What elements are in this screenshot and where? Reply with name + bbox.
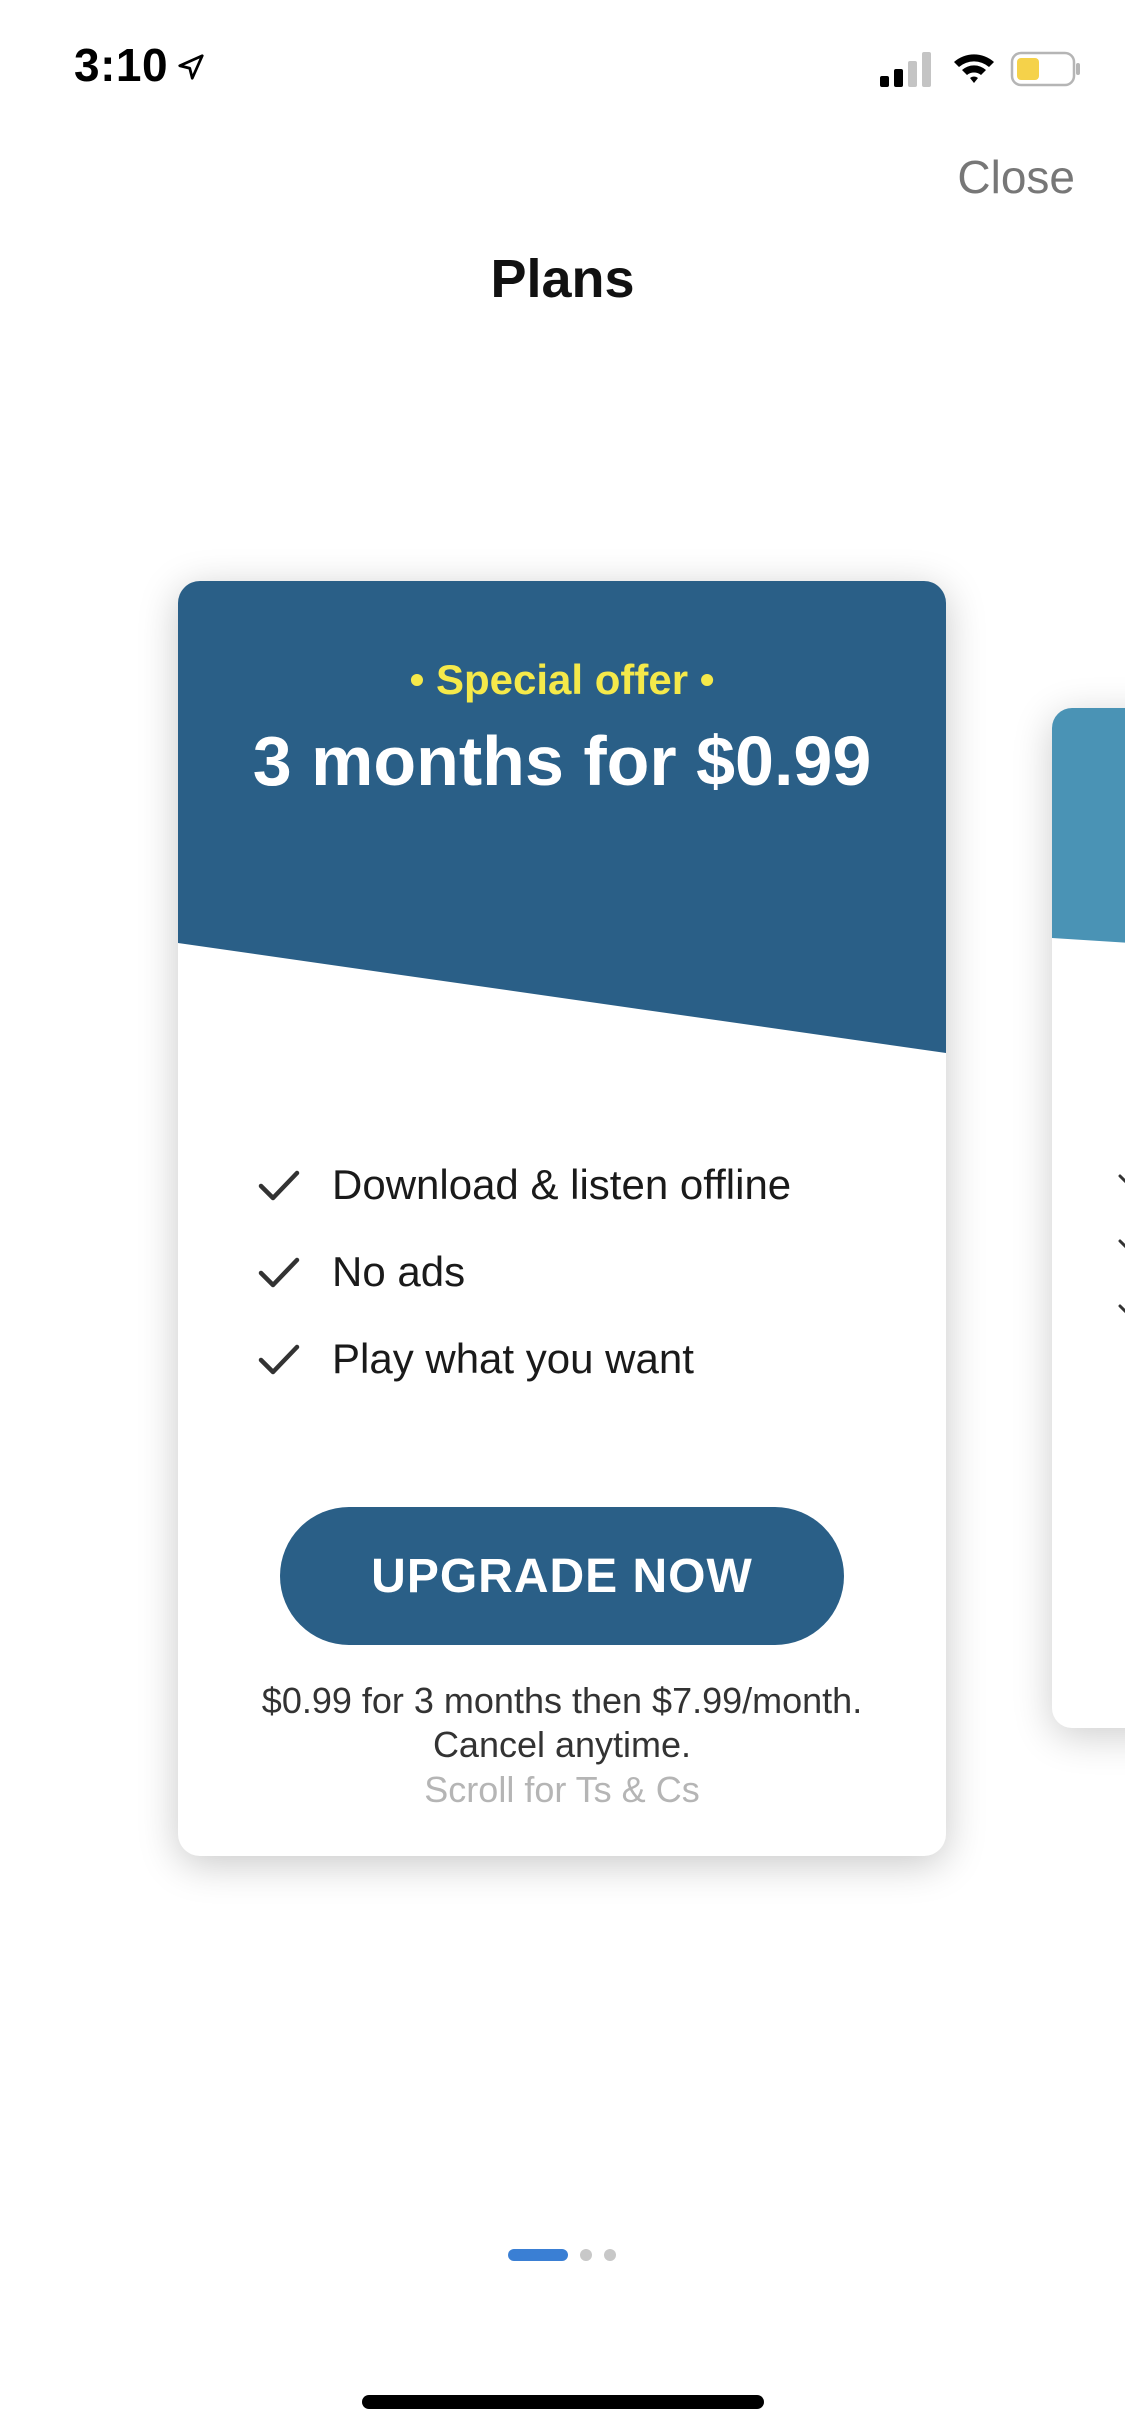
- home-indicator[interactable]: [362, 2395, 764, 2409]
- cellular-signal-icon: [880, 52, 931, 87]
- feature-list: Download & listen offline No ads Play wh…: [256, 1141, 896, 1402]
- next-card-header-background: [1052, 708, 1125, 943]
- page-indicator[interactable]: [508, 2249, 628, 2265]
- wifi-icon: [954, 54, 994, 83]
- plans-screen: 3:10 Close Plans • Special offer • 3 mon: [0, 0, 1125, 2436]
- close-button[interactable]: Close: [957, 150, 1075, 204]
- price-note: $0.99 for 3 months then $7.99/month. Can…: [198, 1679, 926, 1767]
- checkmark-icon: [1118, 1174, 1125, 1184]
- price-note-line1: $0.99 for 3 months then $7.99/month.: [261, 1680, 863, 1721]
- location-arrow-icon: [178, 54, 204, 80]
- special-offer-tag: • Special offer •: [409, 656, 715, 703]
- status-time: 3:10: [74, 39, 169, 91]
- checkmark-icon: [258, 1257, 300, 1287]
- feature-item: Download & listen offline: [256, 1141, 896, 1228]
- page-title: Plans: [490, 249, 635, 309]
- page-dot-active[interactable]: [508, 2249, 568, 2261]
- feature-label: Play what you want: [332, 1334, 694, 1382]
- checkmark-icon: [258, 1170, 300, 1200]
- page-dot[interactable]: [580, 2249, 592, 2261]
- terms-link[interactable]: Scroll for Ts & Cs: [178, 1769, 946, 1811]
- feature-label: No ads: [332, 1247, 466, 1295]
- plan-card-special-offer: • Special offer • 3 months for $0.99 Dow…: [178, 581, 946, 1856]
- checkmark-icon: [258, 1344, 300, 1374]
- feature-item: Play what you want: [256, 1315, 896, 1402]
- checkmark-icon: [1118, 1239, 1125, 1249]
- feature-label: Download & listen offline: [332, 1160, 792, 1208]
- battery-icon: [1010, 51, 1080, 87]
- upgrade-now-button[interactable]: UPGRADE NOW: [280, 1507, 844, 1645]
- status-bar: 3:10: [0, 0, 1125, 132]
- offer-title: 3 months for $0.99: [252, 722, 872, 800]
- feature-item: No ads: [256, 1228, 896, 1315]
- price-note-line2: Cancel anytime.: [432, 1724, 692, 1765]
- checkmark-icon: [1118, 1304, 1125, 1314]
- page-dot[interactable]: [604, 2249, 616, 2261]
- card-header-background: [178, 581, 946, 1053]
- plan-card-next[interactable]: [1052, 708, 1125, 1728]
